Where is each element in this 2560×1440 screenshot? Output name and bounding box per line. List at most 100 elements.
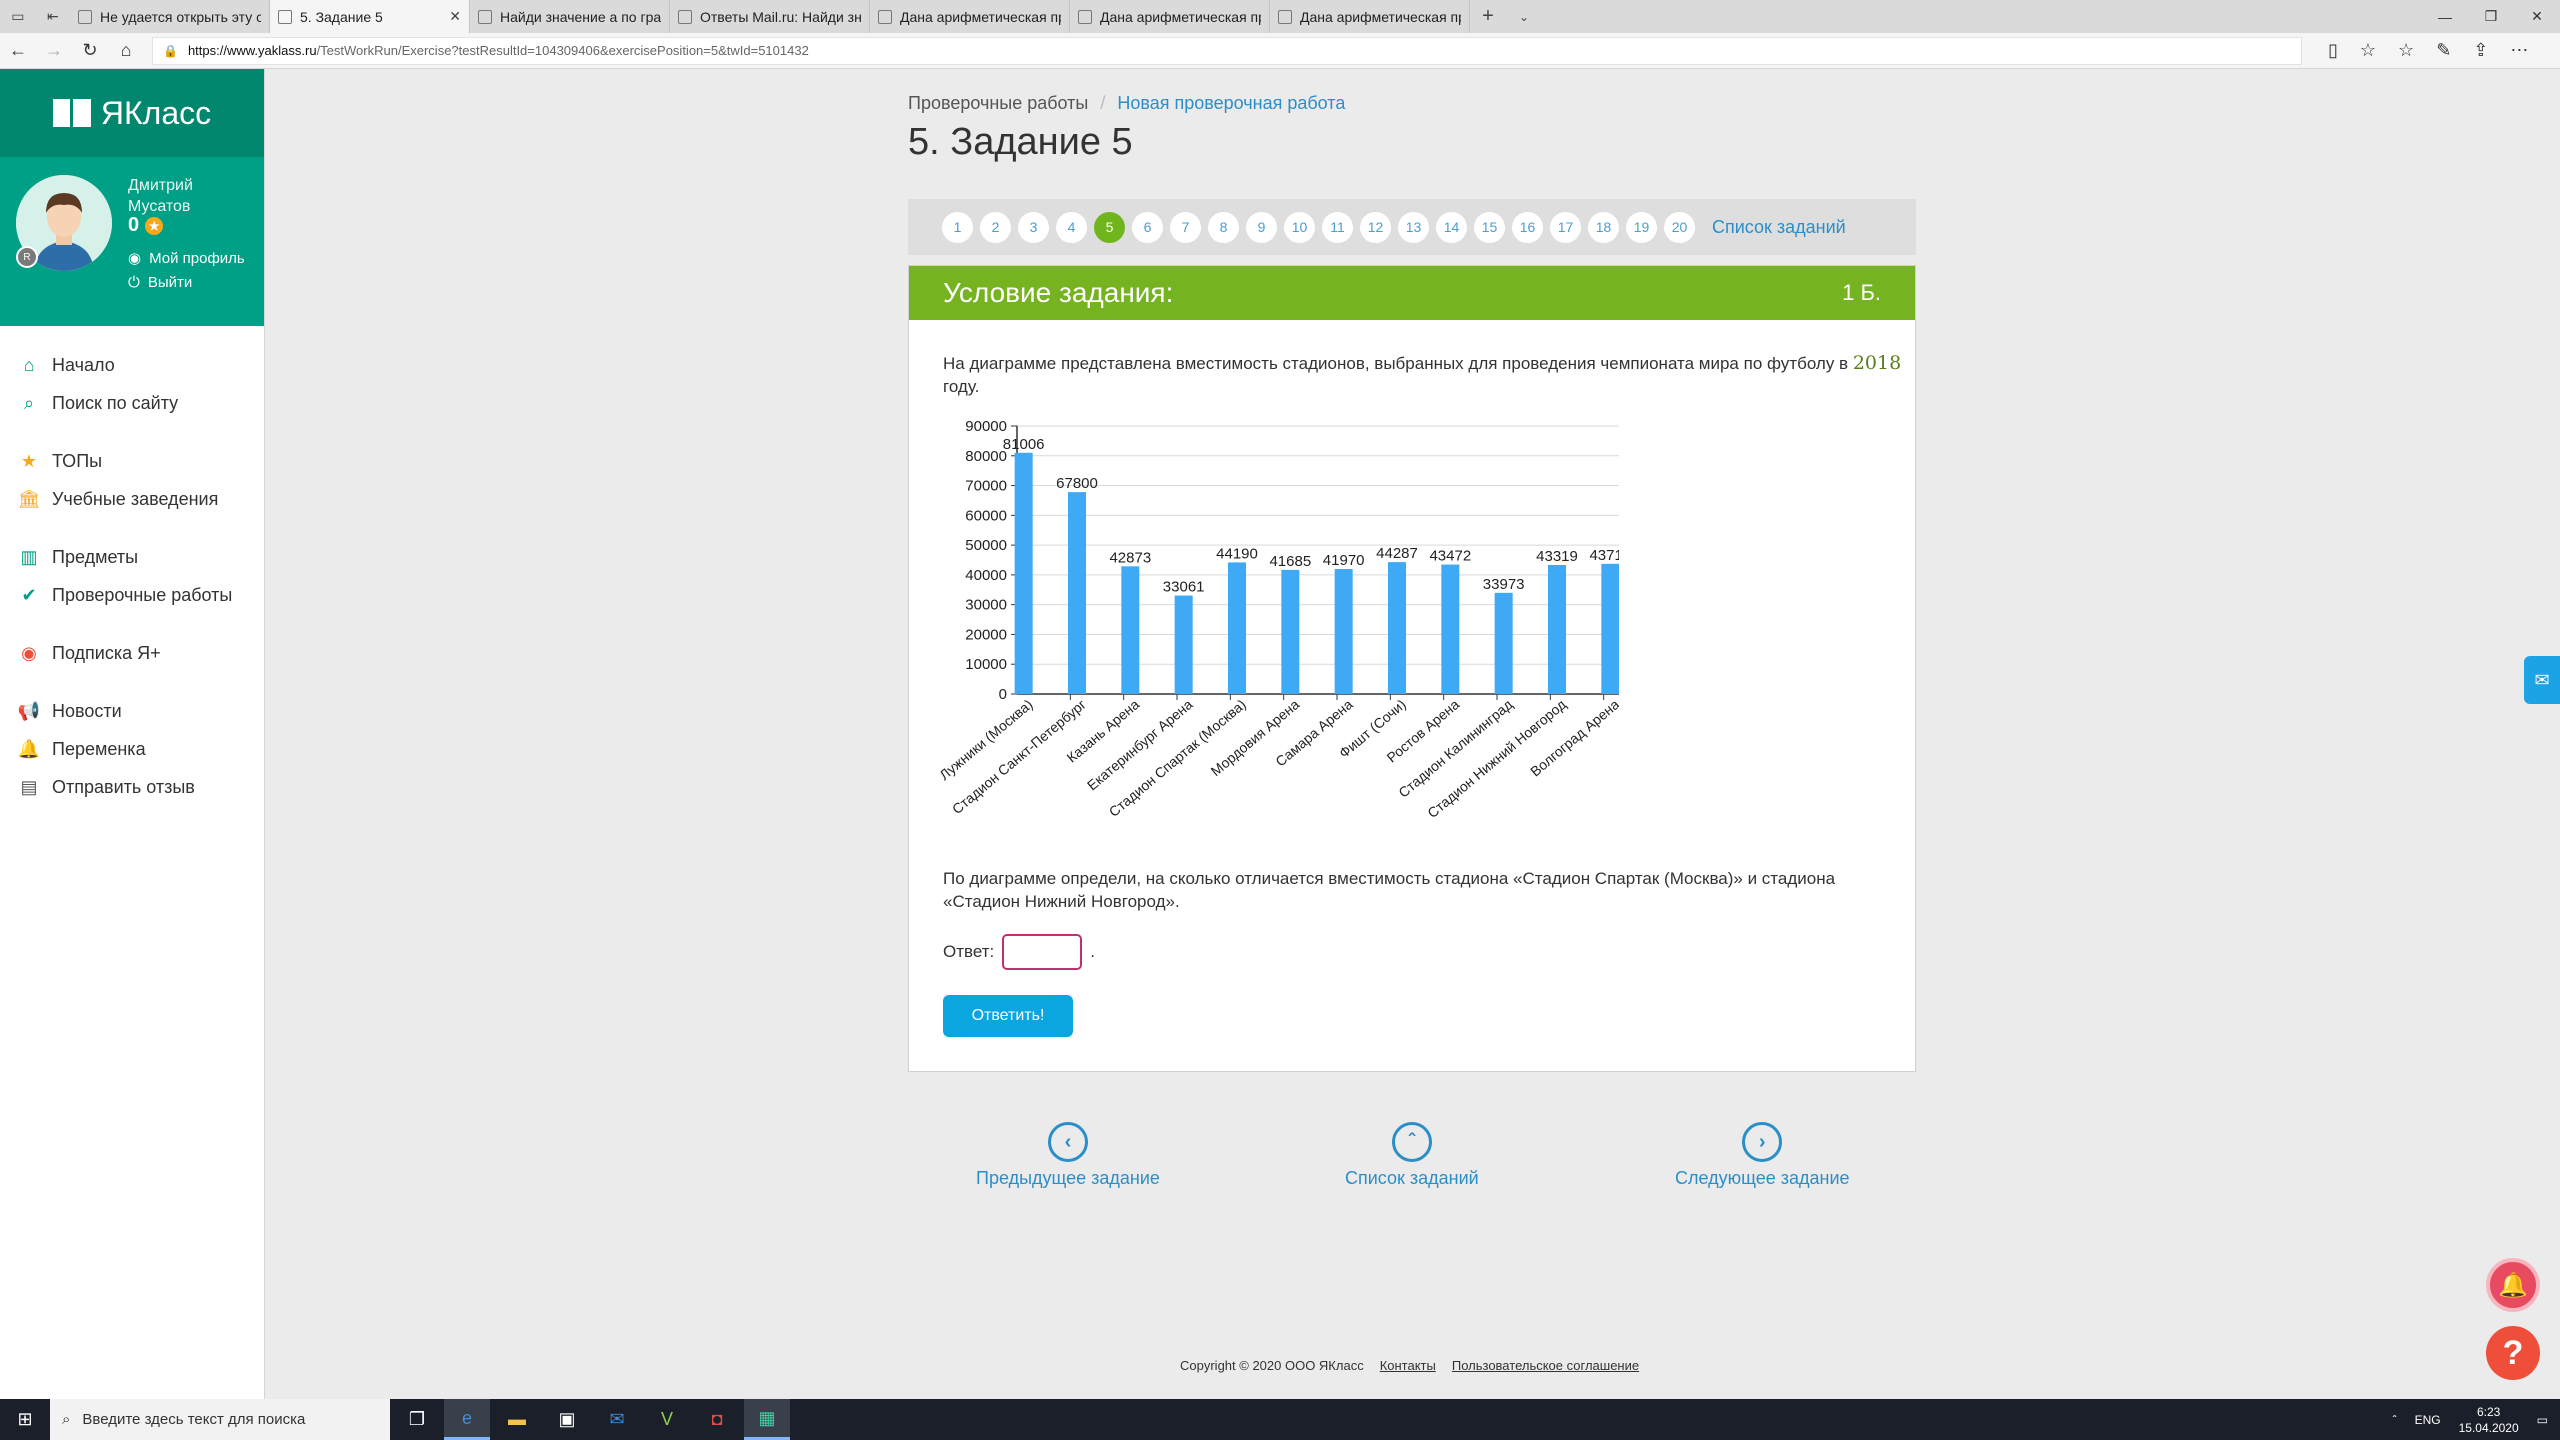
file-explorer-icon[interactable]: ▬ (494, 1399, 540, 1440)
favorites-hub-icon[interactable]: ☆ (2398, 40, 2414, 61)
taskbar-search[interactable]: ⌕ Введите здесь текст для поиска (50, 1399, 390, 1440)
breadcrumb-item-tests[interactable]: Проверочные работы (908, 93, 1088, 114)
footer: Copyright © 2020 ООО ЯКласс Контакты Пол… (1180, 1358, 1639, 1373)
sidebar-item[interactable]: ★ ТОПы (0, 442, 264, 480)
sidebar-item[interactable]: 🏛 Учебные заведения (0, 480, 264, 518)
page-link-19[interactable]: 19 (1626, 211, 1657, 243)
tab-preview-icon[interactable]: ▭ (11, 8, 24, 25)
windows-start-icon[interactable]: ⊞ (0, 1409, 50, 1430)
bar (1388, 562, 1406, 694)
profile-link[interactable]: ◉ Мой профиль (128, 249, 245, 268)
page-link-11[interactable]: 11 (1322, 211, 1353, 243)
app-active-icon[interactable]: ▦ (744, 1399, 790, 1440)
tab-6[interactable]: Дана арифметическая про (1270, 0, 1470, 33)
tab-2[interactable]: Найди значение a по граф (470, 0, 670, 33)
tab-3[interactable]: Ответы Mail.ru: Найди знач (670, 0, 870, 33)
more-icon[interactable]: ⋯ (2510, 40, 2528, 61)
page-link-10[interactable]: 10 (1284, 211, 1315, 243)
forward-icon[interactable]: → (36, 40, 72, 61)
page-link-4[interactable]: 4 (1056, 211, 1087, 243)
search-icon: ⌕ (23, 392, 35, 413)
pen-icon[interactable]: ✎ (2436, 40, 2451, 61)
task-list-link[interactable]: ˆ Список заданий (1345, 1122, 1479, 1189)
sidebar-item[interactable]: ✔ Проверочные работы (0, 576, 264, 614)
notifications-icon[interactable]: ▭ (2537, 1413, 2548, 1427)
home-browser-icon[interactable]: ⌂ (108, 40, 144, 61)
tab-5[interactable]: Дана арифметическая про (1070, 0, 1270, 33)
page-link-5[interactable]: 5 (1094, 211, 1125, 243)
user-name[interactable]: Дмитрий Мусатов (128, 175, 248, 217)
task-view-icon[interactable]: ❐ (394, 1399, 440, 1440)
prev-task-link[interactable]: ‹ Предыдущее задание (976, 1122, 1160, 1189)
minimize-icon[interactable]: — (2422, 0, 2468, 33)
page-link-2[interactable]: 2 (980, 211, 1011, 243)
new-tab-button[interactable]: + (1470, 0, 1506, 33)
page-link-7[interactable]: 7 (1170, 211, 1201, 243)
sidebar-item[interactable]: 🔔 Переменка (0, 730, 264, 768)
sidebar-item[interactable]: ⌕ Поиск по сайту (0, 384, 264, 422)
favorite-star-icon[interactable]: ☆ (2360, 40, 2376, 61)
mail-app-icon[interactable]: ✉ (594, 1399, 640, 1440)
sidebar-item[interactable]: 📢 Новости (0, 692, 264, 730)
url-field[interactable]: 🔒 https://www.yaklass.ru/TestWorkRun/Exe… (152, 36, 2302, 65)
x-tick-label: Волгоград Арена (1527, 696, 1619, 780)
close-window-icon[interactable]: ✕ (2514, 0, 2560, 33)
app-media-icon[interactable]: ◘ (694, 1399, 740, 1440)
share-icon[interactable]: ⇪ (2473, 40, 2488, 61)
sidebar-group: 📢 Новости 🔔 Переменка ▤ Отправить отзыв (0, 692, 264, 806)
answer-label: Ответ: (943, 942, 995, 961)
contacts-link[interactable]: Контакты (1380, 1358, 1436, 1373)
task-list-link-top[interactable]: Список заданий (1712, 217, 1846, 238)
page-link-15[interactable]: 15 (1474, 211, 1505, 243)
tab-0[interactable]: Не удается открыть эту стр (70, 0, 270, 33)
clock[interactable]: 6:23 15.04.2020 (2459, 1404, 2519, 1436)
sidebar-item[interactable]: ▥ Предметы (0, 538, 264, 576)
logout-link[interactable]: ⏻ Выйти (128, 274, 192, 291)
bar (1494, 592, 1513, 694)
answer-input[interactable] (1002, 934, 1083, 970)
back-icon[interactable]: ← (0, 40, 36, 61)
language-indicator[interactable]: ENG (2415, 1413, 2441, 1427)
page-link-3[interactable]: 3 (1018, 211, 1049, 243)
tab-1[interactable]: 5. Задание 5 ✕ (270, 0, 470, 33)
app-v-icon[interactable]: V (644, 1399, 690, 1440)
page-link-1[interactable]: 1 (942, 211, 973, 243)
next-task-label: Следующее задание (1675, 1168, 1850, 1188)
sidebar-item[interactable]: ▤ Отправить отзыв (0, 768, 264, 806)
page-link-9[interactable]: 9 (1246, 211, 1277, 243)
sidebar-item-label: Проверочные работы (52, 584, 233, 605)
sidebar-item[interactable]: ◉ Подписка Я+ (0, 634, 264, 672)
tab-list-chevron-icon[interactable]: ⌄ (1506, 0, 1542, 33)
yaklass-logo[interactable]: ЯКласс (0, 69, 264, 157)
reading-view-icon[interactable]: ▯ (2328, 40, 2338, 61)
page-link-17[interactable]: 17 (1550, 211, 1581, 243)
sidebar-item[interactable]: ⌂ Начало (0, 346, 264, 384)
edge-browser-icon[interactable]: e (444, 1399, 490, 1440)
store-icon[interactable]: ▣ (544, 1399, 590, 1440)
close-tab-icon[interactable]: ✕ (449, 8, 461, 25)
page-link-20[interactable]: 20 (1664, 211, 1695, 243)
agreement-link[interactable]: Пользовательское соглашение (1452, 1358, 1639, 1373)
refresh-icon[interactable]: ↻ (72, 40, 108, 61)
chevron-left-icon: ‹ (1047, 1122, 1088, 1162)
megaphone-icon: 📢 (17, 700, 41, 721)
task-points: 1 Б. (1842, 280, 1881, 305)
y-tick-label: 30000 (965, 597, 1007, 614)
tab-4[interactable]: Дана арифметическая про (870, 0, 1070, 33)
help-icon[interactable]: ? (2486, 1326, 2540, 1380)
restore-icon[interactable]: ❐ (2468, 0, 2514, 33)
breadcrumb-item-new-test[interactable]: Новая проверочная работа (1117, 93, 1345, 114)
set-aside-tabs-icon[interactable]: ⇤ (47, 8, 59, 25)
next-task-link[interactable]: › Следующее задание (1675, 1122, 1850, 1189)
page-link-6[interactable]: 6 (1132, 211, 1163, 243)
page-link-8[interactable]: 8 (1208, 211, 1239, 243)
page-link-13[interactable]: 13 (1398, 211, 1429, 243)
page-link-16[interactable]: 16 (1512, 211, 1543, 243)
page-link-12[interactable]: 12 (1360, 211, 1391, 243)
page-link-14[interactable]: 14 (1436, 211, 1467, 243)
tray-chevron-icon[interactable]: ˆ (2393, 1413, 2397, 1427)
notification-bell-icon[interactable]: 🔔 (2486, 1258, 2540, 1312)
mail-feedback-icon[interactable]: ✉ (2524, 656, 2560, 704)
page-link-18[interactable]: 18 (1588, 211, 1619, 243)
submit-answer-button[interactable]: Ответить! (943, 995, 1073, 1037)
